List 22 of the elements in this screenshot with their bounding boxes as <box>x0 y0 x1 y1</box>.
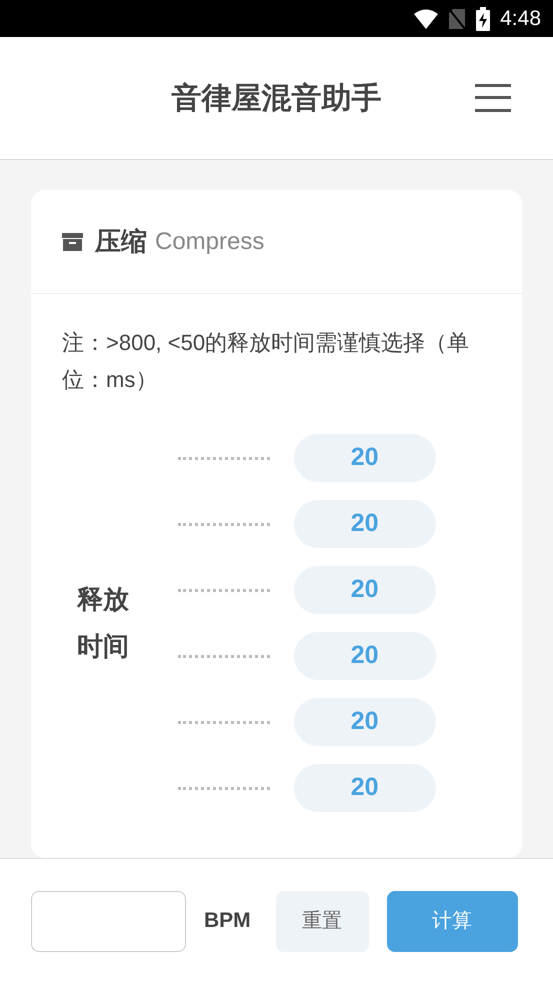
reset-button[interactable]: 重置 <box>276 890 369 952</box>
no-sim-icon <box>448 8 466 30</box>
wifi-icon <box>414 8 438 28</box>
archive-icon <box>62 232 83 250</box>
value-pill[interactable]: 20 <box>294 500 436 548</box>
value-pill[interactable]: 20 <box>294 434 436 482</box>
card-title: 压缩 <box>95 225 147 258</box>
menu-icon <box>475 83 511 113</box>
bpm-input[interactable] <box>31 890 186 952</box>
battery-charging-icon <box>476 6 490 30</box>
group-label: 释放时间 <box>77 583 130 663</box>
value-pill[interactable]: 20 <box>294 632 436 680</box>
app-title: 音律屋混音助手 <box>172 80 382 116</box>
bpm-label: BPM <box>204 908 251 934</box>
card-subtitle: Compress <box>155 226 264 256</box>
menu-button[interactable] <box>475 83 511 113</box>
note-text: 注：>800, <50的释放时间需谨慎选择（单位：ms） <box>61 329 470 394</box>
status-time: 4:48 <box>500 6 541 32</box>
value-pill[interactable]: 20 <box>294 764 436 812</box>
calculate-button[interactable]: 计算 <box>386 890 518 952</box>
value-pill[interactable]: 20 <box>294 698 436 746</box>
value-pill[interactable]: 20 <box>294 566 436 614</box>
